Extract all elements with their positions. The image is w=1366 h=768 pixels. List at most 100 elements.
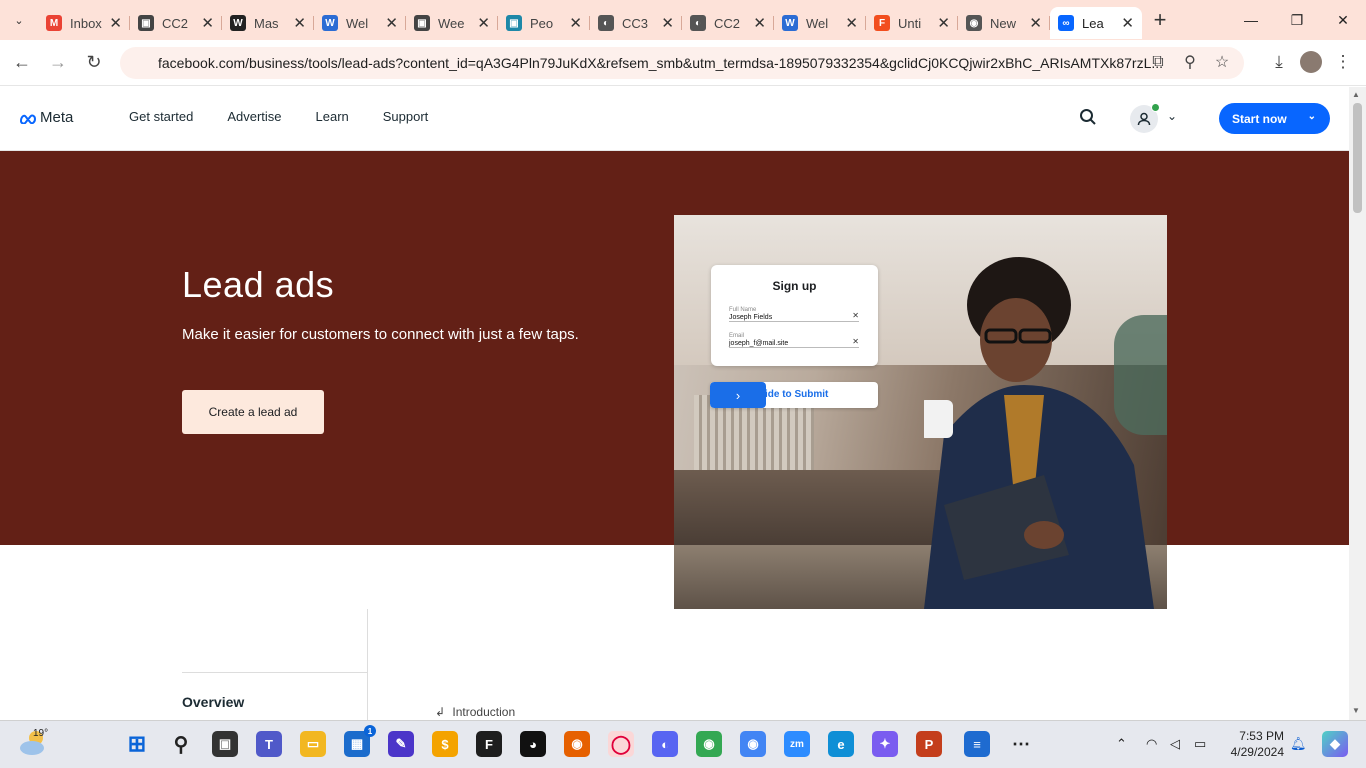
close-tab-icon[interactable]: ✕ (477, 14, 490, 32)
browser-tab[interactable]: ▣ Wee ✕ (406, 7, 498, 39)
close-tab-icon[interactable]: ✕ (201, 14, 214, 32)
nav-links: Get started Advertise Learn Support (129, 109, 428, 124)
hero-photo: Sign up Full Name Joseph Fields ✕ Email … (674, 215, 1167, 609)
web-page: Meta Get started Advertise Learn Support… (0, 87, 1349, 720)
w-app-icon: W (230, 15, 246, 31)
close-tab-icon[interactable]: ✕ (845, 14, 858, 32)
contact-card-icon: ▣ (138, 15, 154, 31)
close-tab-icon[interactable]: ✕ (569, 14, 582, 32)
browser-tab[interactable]: W Mas ✕ (222, 7, 314, 39)
install-app-icon[interactable]: ⧉ (1144, 48, 1172, 76)
word-doc-icon: W (322, 15, 338, 31)
search-icon[interactable] (1079, 108, 1097, 131)
copilot-pre-icon[interactable]: ◆ (1322, 731, 1348, 757)
create-lead-ad-button[interactable]: Create a lead ad (182, 390, 324, 434)
nav-advertise[interactable]: Advertise (227, 109, 281, 124)
browser-tab[interactable]: ◐ CC2 ✕ (682, 7, 774, 39)
meta-top-nav: Meta Get started Advertise Learn Support… (0, 87, 1349, 151)
sidebar-overview-heading[interactable]: Overview (182, 694, 244, 710)
return-arrow-icon: ↲ (435, 705, 446, 719)
back-button[interactable]: ← (4, 45, 40, 81)
browser-tab[interactable]: M Inbox ✕ (38, 7, 130, 39)
download-icon[interactable]: ⤓ (1264, 47, 1294, 77)
photo-person-illustration (924, 257, 1154, 609)
discord-icon[interactable]: ◐ (652, 731, 678, 757)
volume-icon[interactable]: ◁ (1170, 736, 1180, 752)
writing-app-icon[interactable]: ✎ (388, 731, 414, 757)
firefox-icon[interactable]: ◉ (564, 731, 590, 757)
introduction-link[interactable]: ↲ Introduction (435, 705, 515, 719)
scroll-up-icon[interactable]: ▲ (1352, 90, 1360, 99)
system-clock[interactable]: 7:53 PM 4/29/2024 (1228, 728, 1284, 760)
zoom-app-icon[interactable]: zm (784, 731, 810, 757)
browser-tab[interactable]: ▣ CC2 ✕ (130, 7, 222, 39)
scroll-down-icon[interactable]: ▼ (1352, 706, 1360, 715)
close-window-button[interactable]: ✕ (1320, 0, 1366, 40)
browser-tab[interactable]: F Unti ✕ (866, 7, 958, 39)
browser-tab[interactable]: ◐ CC3 ✕ (590, 7, 682, 39)
chrome-active-icon[interactable]: ◉ (740, 731, 766, 757)
browser-tab[interactable]: ◉ New ✕ (958, 7, 1050, 39)
wifi-icon[interactable]: ◠ (1146, 736, 1157, 752)
tray-chevron-icon[interactable]: ⌃ (1116, 736, 1127, 752)
url-text: facebook.com/business/tools/lead-ads?con… (158, 55, 1164, 71)
browser-tab[interactable]: W Wel ✕ (774, 7, 866, 39)
browser-tab[interactable]: ∞ Lea ✕ (1050, 7, 1142, 39)
notepad-icon[interactable]: ≡ (964, 731, 990, 757)
restore-button[interactable]: ❐ (1274, 0, 1320, 40)
new-tab-button[interactable]: + (1142, 4, 1178, 36)
close-tab-icon[interactable]: ✕ (661, 14, 674, 32)
reload-button[interactable]: ↻ (76, 45, 112, 81)
minimize-button[interactable]: — (1228, 0, 1274, 40)
teams-icon[interactable]: T (256, 731, 282, 757)
start-now-button[interactable]: Start now ⌄ (1219, 103, 1330, 134)
microsoft-store-icon[interactable]: ▦ 1 (344, 725, 376, 757)
account-icon[interactable] (1130, 103, 1160, 133)
more-apps-icon[interactable]: ⋯ (1008, 731, 1034, 757)
task-view-icon[interactable]: ▣ (212, 731, 238, 757)
bitcoin-app-icon[interactable]: $ (432, 731, 458, 757)
close-tab-icon[interactable]: ✕ (109, 14, 122, 32)
nav-get-started[interactable]: Get started (129, 109, 193, 124)
zoom-icon[interactable]: ⚲ (1176, 48, 1204, 76)
menu-kebab-icon[interactable]: ⋮ (1328, 47, 1358, 77)
account-chevron-icon[interactable]: ⌄ (1167, 109, 1177, 123)
edge-icon[interactable]: e (828, 731, 854, 757)
battery-icon[interactable]: ▭ (1194, 736, 1206, 752)
weather-widget[interactable]: 19° (18, 728, 48, 758)
close-tab-icon[interactable]: ✕ (1029, 14, 1042, 32)
gmail-icon: M (46, 15, 62, 31)
chrome-profile-icon[interactable]: ◉ (696, 731, 722, 757)
powerpoint-icon[interactable]: P (916, 731, 942, 757)
scrollbar-thumb[interactable] (1353, 103, 1362, 213)
meta-logo[interactable]: Meta (19, 109, 73, 126)
people-icon: ▣ (506, 15, 522, 31)
close-tab-icon[interactable]: ✕ (385, 14, 398, 32)
nav-learn[interactable]: Learn (316, 109, 349, 124)
search-icon[interactable]: ⚲ (168, 731, 194, 757)
forward-button[interactable]: → (40, 45, 76, 81)
tab-title: New (990, 15, 1017, 31)
close-tab-icon[interactable]: ✕ (937, 14, 950, 32)
figma-taskbar-icon[interactable]: F (476, 731, 502, 757)
profile-avatar[interactable] (1300, 51, 1322, 73)
file-explorer-icon[interactable]: ▭ (300, 731, 326, 757)
close-tab-icon[interactable]: ✕ (293, 14, 306, 32)
meta-icon: ∞ (1058, 15, 1074, 31)
page-scrollbar[interactable]: ▲ ▼ (1349, 87, 1366, 720)
close-tab-icon[interactable]: ✕ (1121, 14, 1134, 32)
windows-start-icon[interactable]: ⊞ (124, 731, 150, 757)
opera-icon[interactable]: ◯ (608, 731, 634, 757)
tab-title: CC2 (162, 15, 189, 31)
url-bar[interactable]: facebook.com/business/tools/lead-ads?con… (120, 47, 1244, 79)
tab-search-dropdown[interactable]: ⌄ (0, 0, 38, 40)
copilot-icon[interactable]: ✦ (872, 731, 898, 757)
full-name-field: Full Name Joseph Fields ✕ (729, 307, 859, 322)
notification-bell-icon[interactable]: 🔔︎ (1290, 736, 1307, 752)
close-tab-icon[interactable]: ✕ (753, 14, 766, 32)
browser-tab[interactable]: W Wel ✕ (314, 7, 406, 39)
github-icon[interactable]: ◕ (520, 731, 546, 757)
nav-support[interactable]: Support (383, 109, 429, 124)
bookmark-star-icon[interactable]: ☆ (1208, 48, 1236, 76)
browser-tab[interactable]: ▣ Peo ✕ (498, 7, 590, 39)
